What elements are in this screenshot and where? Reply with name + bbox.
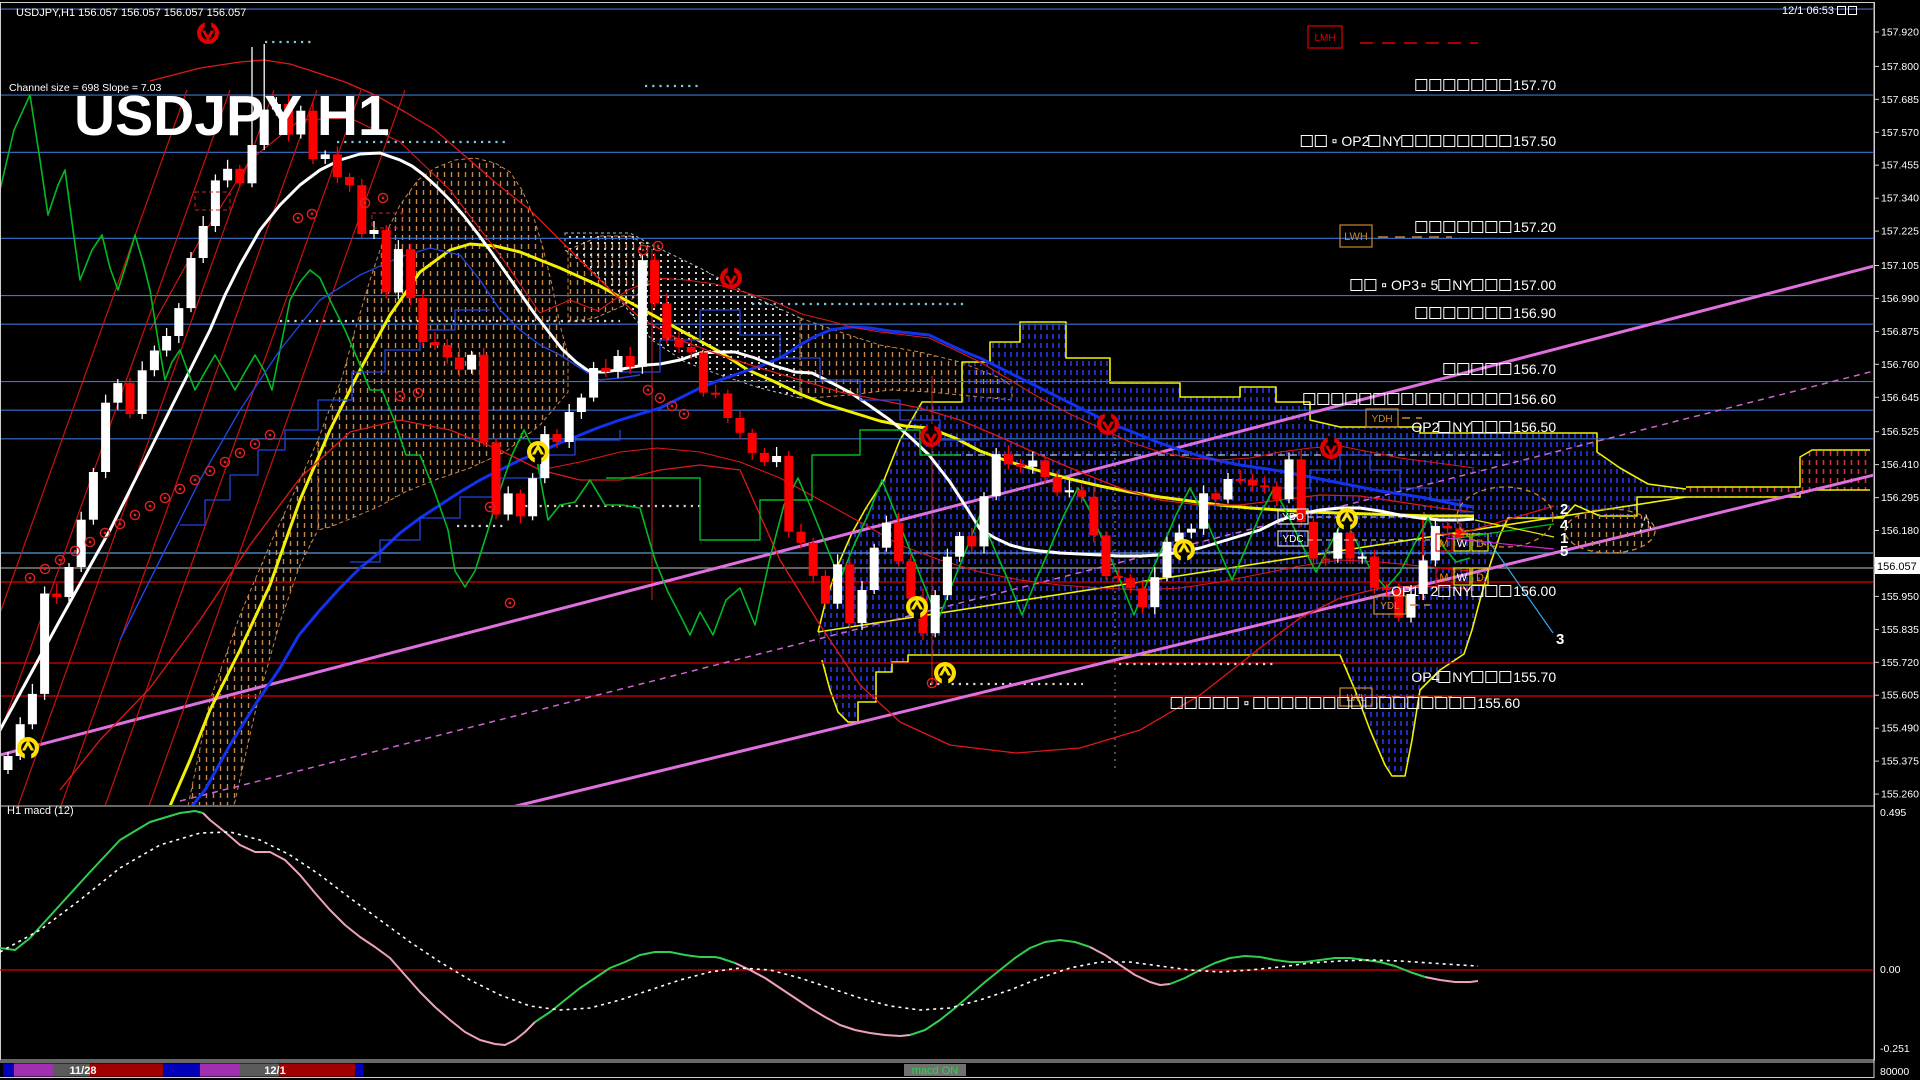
svg-text:USDJPY,H1 156.057 156.057 156: USDJPY,H1 156.057 156.057 156.057 156.05… bbox=[16, 7, 246, 19]
svg-text:NY: NY bbox=[1452, 419, 1472, 435]
svg-text:156.90: 156.90 bbox=[1513, 305, 1556, 321]
svg-text:D: D bbox=[1476, 572, 1484, 584]
svg-text:157.920: 157.920 bbox=[1881, 27, 1919, 39]
svg-text:155.70: 155.70 bbox=[1513, 669, 1556, 685]
svg-text:OP2: OP2 bbox=[1341, 133, 1369, 149]
svg-text:OP4: OP4 bbox=[1411, 669, 1439, 685]
svg-text:OP1: OP1 bbox=[1391, 583, 1419, 599]
svg-text:M: M bbox=[1439, 572, 1448, 584]
svg-text:3: 3 bbox=[1556, 631, 1564, 648]
svg-text:LMH: LMH bbox=[1314, 33, 1335, 44]
svg-text:156.525: 156.525 bbox=[1881, 426, 1919, 438]
svg-text:YDC: YDC bbox=[1282, 534, 1303, 545]
svg-text:NY: NY bbox=[1452, 669, 1472, 685]
svg-text:156.295: 156.295 bbox=[1881, 492, 1919, 504]
svg-text:0.00: 0.00 bbox=[1880, 964, 1901, 976]
svg-text:155.605: 155.605 bbox=[1881, 690, 1919, 702]
svg-text:NY: NY bbox=[1382, 133, 1402, 149]
svg-text:USDJPY H1: USDJPY H1 bbox=[74, 84, 390, 148]
svg-text:156.180: 156.180 bbox=[1881, 525, 1919, 537]
svg-text:NY: NY bbox=[1452, 583, 1472, 599]
svg-text:155.490: 155.490 bbox=[1881, 723, 1919, 735]
svg-text:157.00: 157.00 bbox=[1513, 277, 1556, 293]
svg-text:157.20: 157.20 bbox=[1513, 219, 1556, 235]
svg-text:11/28: 11/28 bbox=[70, 1065, 97, 1077]
svg-text:157.800: 157.800 bbox=[1881, 61, 1919, 73]
svg-text:155.835: 155.835 bbox=[1881, 624, 1919, 636]
svg-text:156.50: 156.50 bbox=[1513, 419, 1556, 435]
svg-text:155.720: 155.720 bbox=[1881, 657, 1919, 669]
svg-text:156.760: 156.760 bbox=[1881, 359, 1919, 371]
svg-text:YDL: YDL bbox=[1380, 601, 1400, 612]
svg-text:0.495: 0.495 bbox=[1880, 807, 1906, 819]
svg-text:OP2: OP2 bbox=[1411, 419, 1439, 435]
svg-text:12/1 06:53: 12/1 06:53 bbox=[1782, 5, 1834, 17]
svg-text:156.875: 156.875 bbox=[1881, 326, 1919, 338]
svg-text:156.70: 156.70 bbox=[1513, 361, 1556, 377]
svg-text:2: 2 bbox=[1560, 501, 1568, 518]
svg-text:-0.251: -0.251 bbox=[1880, 1043, 1910, 1055]
svg-text:macd ON: macd ON bbox=[912, 1065, 959, 1077]
svg-text:157.105: 157.105 bbox=[1881, 260, 1919, 272]
svg-text:156.60: 156.60 bbox=[1513, 391, 1556, 407]
svg-text:155.60: 155.60 bbox=[1477, 695, 1520, 711]
svg-text:157.455: 157.455 bbox=[1881, 160, 1919, 172]
svg-text:5: 5 bbox=[1430, 277, 1438, 293]
svg-text:156.645: 156.645 bbox=[1881, 392, 1919, 404]
svg-text:155.950: 155.950 bbox=[1881, 591, 1919, 603]
svg-text:OP3: OP3 bbox=[1391, 277, 1419, 293]
svg-text:155.260: 155.260 bbox=[1881, 789, 1919, 801]
svg-text:157.70: 157.70 bbox=[1513, 77, 1556, 93]
svg-text:156.00: 156.00 bbox=[1513, 583, 1556, 599]
svg-text:LWH: LWH bbox=[1344, 231, 1368, 243]
svg-text:157.570: 157.570 bbox=[1881, 127, 1919, 139]
svg-text:155.375: 155.375 bbox=[1881, 756, 1919, 768]
svg-text:156.990: 156.990 bbox=[1881, 293, 1919, 305]
svg-text:12/1: 12/1 bbox=[264, 1065, 285, 1077]
svg-text:156.410: 156.410 bbox=[1881, 459, 1919, 471]
svg-text:157.340: 157.340 bbox=[1881, 193, 1919, 205]
svg-text:156.057: 156.057 bbox=[1877, 561, 1917, 573]
svg-text:80000: 80000 bbox=[1880, 1066, 1909, 1078]
svg-text:2: 2 bbox=[1430, 583, 1438, 599]
svg-text:5: 5 bbox=[1560, 543, 1568, 560]
svg-text:NY: NY bbox=[1452, 277, 1472, 293]
svg-text:157.685: 157.685 bbox=[1881, 94, 1919, 106]
svg-text:H1 macd (12): H1 macd (12) bbox=[7, 805, 74, 817]
svg-text:YDH: YDH bbox=[1371, 414, 1392, 425]
svg-text:YDO: YDO bbox=[1282, 512, 1304, 523]
svg-text:157.225: 157.225 bbox=[1881, 226, 1919, 238]
svg-text:M: M bbox=[1439, 538, 1448, 550]
svg-text:157.50: 157.50 bbox=[1513, 133, 1556, 149]
